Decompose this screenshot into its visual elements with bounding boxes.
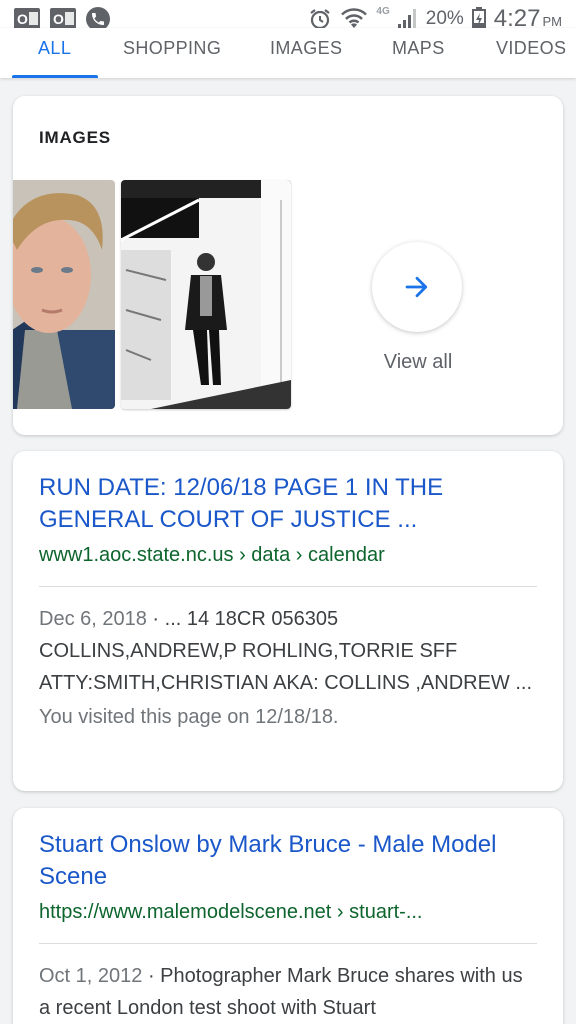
signal-icon [397, 9, 416, 30]
tab-shopping[interactable]: SHOPPING [123, 38, 221, 59]
tab-all[interactable]: ALL [38, 38, 71, 59]
result-date: Oct 1, 2012 [39, 965, 143, 987]
divider [39, 943, 537, 944]
battery-percent: 20% [425, 8, 464, 29]
tab-images[interactable]: IMAGES [270, 38, 342, 59]
visited-note: You visited this page on 12/18/18. [39, 706, 339, 728]
network-type: 4G [376, 5, 390, 17]
images-card: IMAGES View all [13, 96, 563, 435]
view-all-label[interactable]: View all [353, 351, 483, 374]
tab-videos[interactable]: VIDEOS [496, 38, 566, 59]
result-title-link[interactable]: Stuart Onslow by Mark Bruce - Male Model… [39, 829, 537, 893]
active-tab-indicator [12, 75, 98, 78]
tab-maps[interactable]: MAPS [392, 38, 445, 59]
result-title-link[interactable]: RUN DATE: 12/06/18 PAGE 1 IN THE GENERAL… [39, 472, 537, 536]
search-tabs: ALL SHOPPING IMAGES MAPS VIDEOS [0, 28, 576, 78]
wifi-icon [341, 8, 368, 28]
outlook-icon [14, 8, 40, 30]
result-url[interactable]: www1.aoc.state.nc.us › data › calendar [39, 542, 537, 568]
view-all-button[interactable] [372, 242, 462, 332]
images-section-title: IMAGES [39, 128, 111, 147]
image-thumbnail[interactable] [13, 180, 115, 409]
result-snippet: Dec 6, 2018 · ... 14 18CR 056305 COLLINS… [39, 603, 537, 699]
divider [39, 586, 537, 587]
clock-ampm: PM [542, 14, 563, 29]
image-thumbnail[interactable] [121, 180, 291, 409]
result-date: Dec 6, 2018 [39, 608, 147, 630]
arrow-right-icon [405, 276, 428, 298]
outlook-icon [50, 8, 76, 30]
result-url[interactable]: https://www.malemodelscene.net › stuart-… [39, 899, 537, 925]
result-snippet: Oct 1, 2012 · Photographer Mark Bruce sh… [39, 960, 537, 1024]
search-result-card: RUN DATE: 12/06/18 PAGE 1 IN THE GENERAL… [13, 451, 563, 791]
search-result-card: Stuart Onslow by Mark Bruce - Male Model… [13, 808, 563, 1024]
